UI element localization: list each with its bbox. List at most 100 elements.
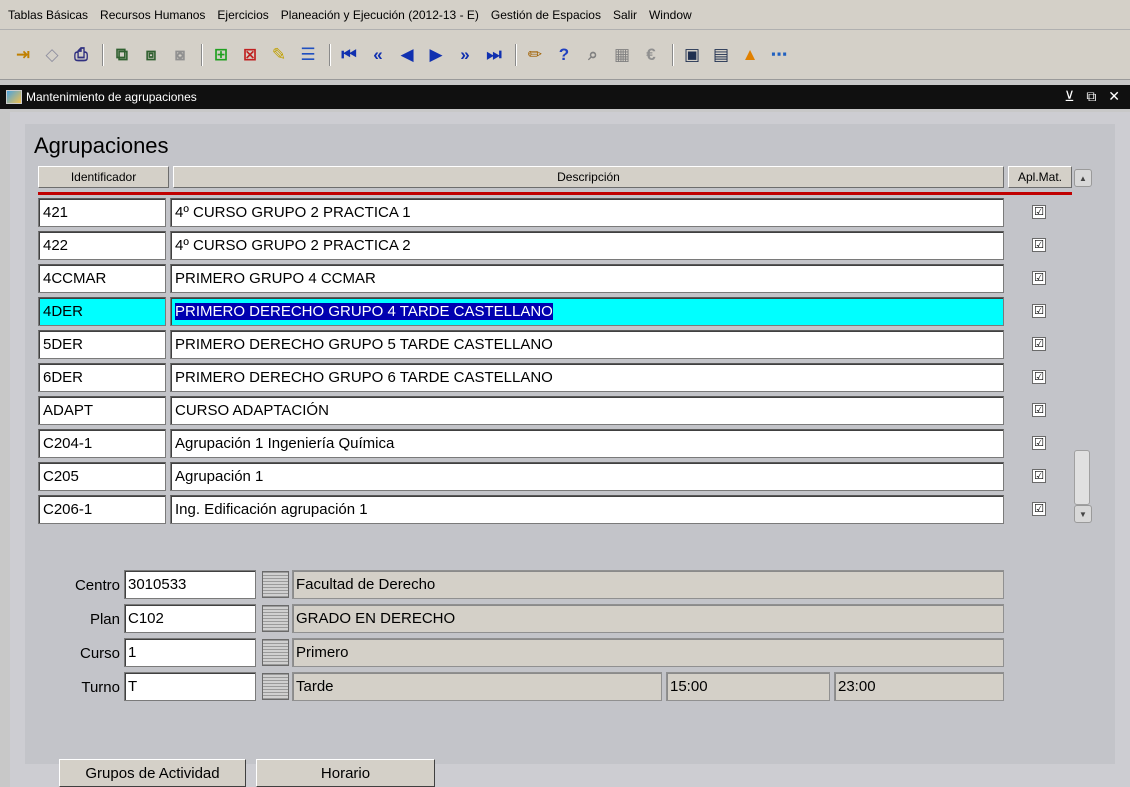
menu-planeacion-ejecucion[interactable]: Planeación y Ejecución (2012-13 - E)	[281, 8, 479, 22]
exit-icon[interactable]: ⇥	[10, 42, 36, 68]
cell-identificador[interactable]: C206-1	[38, 495, 166, 524]
app-icon	[6, 90, 22, 104]
label-curso: Curso	[79, 645, 120, 662]
copy-field-icon[interactable]: ⧈	[138, 42, 164, 68]
cell-identificador[interactable]: 421	[38, 198, 166, 227]
selected-text: PRIMERO DERECHO GRUPO 4 TARDE CASTELLANO	[175, 303, 553, 320]
list-icon[interactable]: ☰	[295, 42, 321, 68]
centro-code-field[interactable]: 3010533	[124, 570, 256, 599]
cell-descripcion[interactable]: PRIMERO DERECHO GRUPO 5 TARDE CASTELLANO	[170, 330, 1004, 359]
cell-identificador[interactable]: 5DER	[38, 330, 166, 359]
cell-descripcion[interactable]: 4º CURSO GRUPO 2 PRACTICA 1	[170, 198, 1004, 227]
centro-desc-field: Facultad de Derecho	[292, 570, 1004, 599]
header-descripcion[interactable]: Descripción	[173, 166, 1004, 188]
section-title: Agrupaciones	[34, 133, 169, 158]
label-centro: Centro	[74, 577, 120, 594]
curso-lov-button[interactable]	[262, 639, 289, 666]
clear-icon[interactable]: ◇	[39, 42, 65, 68]
scroll-up-button[interactable]: ▲	[1074, 169, 1092, 187]
cell-descripcion[interactable]: Agrupación 1 Ingeniería Química	[170, 429, 1004, 458]
menu-window[interactable]: Window	[649, 8, 692, 22]
toolbar: ⇥ ◇ ⎙ ⧉ ⧈ ⧇ ⊞ ⊠ ✎ ☰ ⏮ « ◀ ▶ » ⏭ ✏ ? ⌕ ▦ …	[0, 30, 1130, 80]
checkbox-apl-mat[interactable]: ☑	[1032, 370, 1046, 384]
turno-desc-field: Tarde	[292, 672, 662, 701]
cell-descripcion[interactable]: Agrupación 1	[170, 462, 1004, 491]
turno-code-field[interactable]: T	[124, 672, 256, 701]
query-icon[interactable]: ⌕	[580, 42, 606, 68]
checkbox-apl-mat[interactable]: ☑	[1032, 271, 1046, 285]
copy-record-icon[interactable]: ⧉	[109, 42, 135, 68]
pencil-icon[interactable]: ✏	[522, 42, 548, 68]
checkbox-apl-mat[interactable]: ☑	[1032, 469, 1046, 483]
checkbox-apl-mat[interactable]: ☑	[1032, 205, 1046, 219]
save-exit-icon[interactable]: ▤	[708, 42, 734, 68]
scrollbar-thumb[interactable]	[1074, 450, 1090, 505]
turno-start-field: 15:00	[666, 672, 830, 701]
toolbar-separator	[102, 43, 104, 66]
checkbox-apl-mat[interactable]: ☑	[1032, 436, 1046, 450]
label-turno: Turno	[81, 679, 120, 696]
header-apl-mat[interactable]: Apl.Mat.	[1008, 166, 1072, 188]
toolbar-separator	[672, 43, 674, 66]
next-block-icon[interactable]: »	[452, 42, 478, 68]
cell-descripcion[interactable]: PRIMERO DERECHO GRUPO 6 TARDE CASTELLANO	[170, 363, 1004, 392]
next-record-icon[interactable]: ▶	[423, 42, 449, 68]
menu-recursos-humanos[interactable]: Recursos Humanos	[100, 8, 205, 22]
turno-lov-button[interactable]	[262, 673, 289, 700]
window-controls[interactable]: ⊻ ⧉ ✕	[1064, 88, 1124, 105]
cell-descripcion[interactable]: PRIMERO GRUPO 4 CCMAR	[170, 264, 1004, 293]
toolbar-separator	[515, 43, 517, 66]
menu-salir[interactable]: Salir	[613, 8, 637, 22]
cell-descripcion[interactable]: PRIMERO DERECHO GRUPO 4 TARDE CASTELLANO	[170, 297, 1004, 326]
scroll-down-button[interactable]: ▼	[1074, 505, 1092, 523]
edit-icon[interactable]: ✎	[266, 42, 292, 68]
header-identificador[interactable]: Identificador	[38, 166, 169, 188]
first-icon[interactable]: ⏮	[336, 42, 362, 68]
curso-desc-field: Primero	[292, 638, 1004, 667]
cell-identificador[interactable]: C205	[38, 462, 166, 491]
plan-desc-field: GRADO EN DERECHO	[292, 604, 1004, 633]
cell-identificador[interactable]: 4CCMAR	[38, 264, 166, 293]
checkbox-apl-mat[interactable]: ☑	[1032, 403, 1046, 417]
help-icon[interactable]: ?	[551, 42, 577, 68]
checkbox-apl-mat[interactable]: ☑	[1032, 304, 1046, 318]
euro-icon[interactable]: €	[638, 42, 664, 68]
turno-end-field: 23:00	[834, 672, 1004, 701]
calendar-icon[interactable]: ▦	[609, 42, 635, 68]
toolbar-separator	[329, 43, 331, 66]
prev-block-icon[interactable]: «	[365, 42, 391, 68]
horario-button[interactable]: Horario	[256, 759, 435, 787]
cell-descripcion[interactable]: 4º CURSO GRUPO 2 PRACTICA 2	[170, 231, 1004, 260]
cell-identificador[interactable]: 4DER	[38, 297, 166, 326]
checkbox-apl-mat[interactable]: ☑	[1032, 238, 1046, 252]
print-icon[interactable]: ⎙	[68, 42, 94, 68]
clear-field-icon[interactable]: ⧇	[167, 42, 193, 68]
centro-lov-button[interactable]	[262, 571, 289, 598]
save-icon[interactable]: ▣	[679, 42, 705, 68]
cell-identificador[interactable]: 422	[38, 231, 166, 260]
header-underline	[38, 192, 1072, 195]
cell-identificador[interactable]: ADAPT	[38, 396, 166, 425]
curso-code-field[interactable]: 1	[124, 638, 256, 667]
checkbox-apl-mat[interactable]: ☑	[1032, 502, 1046, 516]
menu-gestion-espacios[interactable]: Gestión de Espacios	[491, 8, 601, 22]
link-icon[interactable]: ⋯	[766, 42, 792, 68]
cell-descripcion[interactable]: CURSO ADAPTACIÓN	[170, 396, 1004, 425]
plan-lov-button[interactable]	[262, 605, 289, 632]
warning-icon[interactable]: ▲	[737, 42, 763, 68]
insert-record-icon[interactable]: ⊞	[208, 42, 234, 68]
menu-tablas-basicas[interactable]: Tablas Básicas	[8, 8, 88, 22]
checkbox-apl-mat[interactable]: ☑	[1032, 337, 1046, 351]
delete-record-icon[interactable]: ⊠	[237, 42, 263, 68]
cell-identificador[interactable]: C204-1	[38, 429, 166, 458]
window-title: Mantenimiento de agrupaciones	[26, 90, 197, 104]
cell-descripcion[interactable]: Ing. Edificación agrupación 1	[170, 495, 1004, 524]
menu-ejercicios[interactable]: Ejercicios	[217, 8, 268, 22]
cell-identificador[interactable]: 6DER	[38, 363, 166, 392]
grupos-actividad-button[interactable]: Grupos de Actividad	[59, 759, 246, 787]
last-icon[interactable]: ⏭	[481, 42, 507, 68]
toolbar-separator	[201, 43, 203, 66]
plan-code-field[interactable]: C102	[124, 604, 256, 633]
prev-record-icon[interactable]: ◀	[394, 42, 420, 68]
window-title-bar: Mantenimiento de agrupaciones ⊻ ⧉ ✕	[0, 85, 1130, 109]
